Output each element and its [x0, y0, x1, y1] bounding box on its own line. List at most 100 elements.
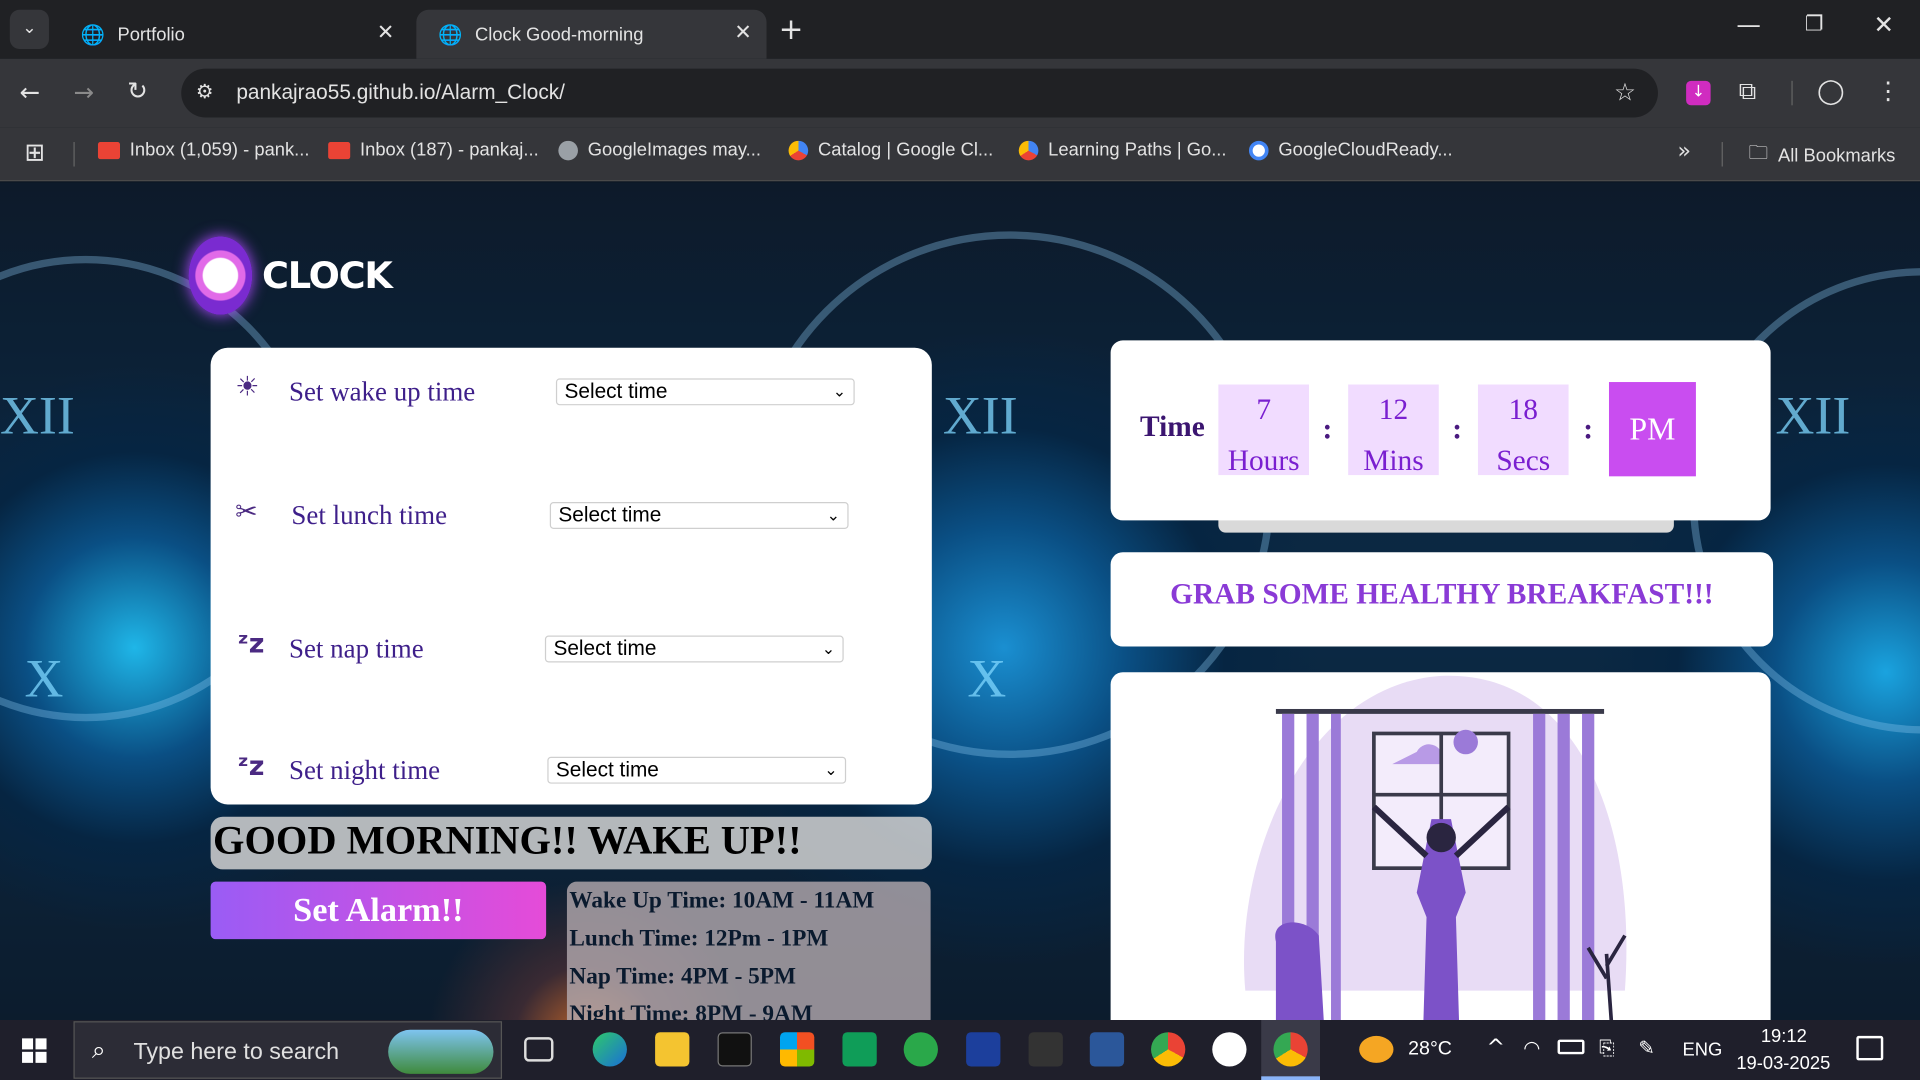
time-label: Time [1140, 411, 1205, 444]
wake-up-time-select[interactable]: Select time ⌄ [555, 378, 855, 406]
forward-icon[interactable]: → [73, 77, 94, 106]
bookmark-inbox-1[interactable]: Inbox (1,059) - pank... [97, 139, 310, 161]
p-app-icon[interactable] [1028, 1032, 1063, 1067]
taskbar-search[interactable]: ⌕ Type here to search [73, 1021, 503, 1079]
download-icon[interactable]: ↓ [1686, 80, 1711, 106]
reload-icon[interactable]: ↻ [127, 76, 148, 105]
bookmarks-bar: ⊞ Inbox (1,059) - pank... Inbox (187) - … [0, 127, 1920, 182]
edge-icon[interactable] [592, 1032, 627, 1067]
tab-search-button[interactable]: ⌄ [9, 9, 49, 49]
divider [73, 142, 75, 167]
extensions-icon[interactable]: ⧉ [1739, 76, 1756, 105]
nap-label: Set nap time [288, 633, 424, 664]
close-window-icon[interactable]: ✕ [1873, 10, 1894, 39]
terminal-icon[interactable] [717, 1032, 752, 1067]
bookmark-label: GoogleImages may... [587, 139, 761, 161]
cutlery-icon: ✂ [235, 497, 258, 528]
bookmark-label: Catalog | Google Cl... [817, 139, 994, 161]
bg-numeral: X [24, 648, 64, 709]
select-value: Select time [558, 503, 662, 527]
weather-temp[interactable]: 28°C [1408, 1038, 1452, 1060]
bg-numeral: XII [1775, 385, 1851, 446]
bookmark-star-icon[interactable]: ☆ [1614, 77, 1636, 106]
search-icon: ⌕ [91, 1034, 106, 1065]
close-tab-icon[interactable]: ✕ [377, 21, 394, 45]
vscode-like-icon[interactable] [966, 1032, 1001, 1067]
bg-numeral: XII [942, 385, 1018, 446]
bookmark-label: Inbox (1,059) - pank... [129, 139, 310, 161]
tab-bar: ⌄ 🌐 Portfolio ✕ 🌐 Clock Good-morning ✕ +… [0, 0, 1920, 59]
clock-time[interactable]: 19:12 [1761, 1026, 1807, 1047]
nap-time-select[interactable]: Select time ⌄ [544, 635, 844, 663]
language[interactable]: ENG [1682, 1040, 1722, 1061]
new-tab-icon[interactable]: + [779, 12, 804, 46]
address-bar[interactable]: ⚙ pankajrao55.github.io/Alarm_Clock/ ☆ [181, 68, 1658, 118]
bookmark-learning-paths[interactable]: Learning Paths | Go... [1018, 140, 1227, 160]
apps-grid-icon[interactable]: ⊞ [24, 137, 45, 166]
colon: : [1452, 413, 1463, 446]
word-icon[interactable] [1089, 1032, 1125, 1067]
globe-icon: 🌐 [438, 22, 463, 46]
greeting-text: GOOD MORNING!! WAKE UP!! [213, 819, 802, 864]
globe-icon [558, 140, 578, 160]
close-tab-icon[interactable]: ✕ [734, 21, 751, 45]
chrome-profile-icon[interactable] [1273, 1032, 1308, 1067]
schedule-line: Nap Time: 4PM - 5PM [569, 963, 796, 990]
bookmark-googleimages[interactable]: GoogleImages may... [558, 139, 761, 161]
minimize-icon[interactable]: — [1736, 10, 1760, 39]
chrome-icon[interactable] [1151, 1032, 1186, 1067]
site-info-icon[interactable]: ⚙ [196, 80, 214, 103]
logo: CLOCK [188, 236, 393, 315]
set-alarm-label: Set Alarm!! [293, 891, 464, 930]
night-time-select[interactable]: Select time ⌄ [547, 756, 847, 784]
toolbar: ← → ↻ ⚙ pankajrao55.github.io/Alarm_Cloc… [0, 58, 1920, 128]
network-icon[interactable]: ◠ [1523, 1036, 1540, 1059]
mongodb-icon[interactable] [1212, 1032, 1247, 1067]
globe-icon: 🌐 [80, 22, 106, 46]
message-card: GRAB SOME HEALTHY BREAKFAST!!! [1110, 552, 1774, 647]
all-bookmarks[interactable]: 🗀 All Bookmarks [1749, 140, 1896, 173]
tab-title: Clock Good-morning [475, 23, 644, 45]
hours-value: 7 [1256, 394, 1272, 427]
notification-icon[interactable] [1856, 1035, 1884, 1061]
sheets-icon[interactable] [842, 1032, 877, 1067]
lunch-time-select[interactable]: Select time ⌄ [549, 502, 849, 529]
umbrella-app-icon[interactable] [903, 1032, 938, 1067]
hours-box: 7 Hours [1218, 384, 1309, 478]
wake-up-label: Set wake up time [288, 375, 476, 407]
bookmark-label: Inbox (187) - pankaj... [360, 139, 539, 161]
more-bookmarks-icon[interactable]: » [1678, 138, 1691, 164]
store-icon[interactable] [780, 1032, 815, 1067]
set-alarm-button[interactable]: Set Alarm!! [210, 881, 547, 940]
task-view-icon[interactable] [524, 1037, 554, 1062]
windows-start-icon[interactable] [22, 1038, 47, 1063]
file-explorer-icon[interactable] [655, 1032, 690, 1067]
select-value: Select time [553, 636, 657, 661]
search-placeholder: Type here to search [133, 1039, 340, 1066]
chevron-down-icon: ⌄ [832, 382, 847, 401]
back-icon[interactable]: ← [20, 77, 41, 106]
menu-icon[interactable]: ⋮ [1876, 76, 1900, 105]
tray-chevron-icon[interactable]: ^ [1487, 1035, 1505, 1061]
tab-portfolio[interactable]: 🌐 Portfolio ✕ [59, 10, 409, 59]
bg-numeral: XII [0, 385, 75, 446]
select-value: Select time [555, 757, 659, 782]
restore-icon[interactable]: ❐ [1805, 12, 1824, 36]
ampm-value: PM [1629, 411, 1676, 447]
secs-label: Secs [1496, 445, 1551, 478]
page-content: XII XII XII X X CLOCK ☀ Set wake up time… [0, 182, 1920, 1021]
hours-label: Hours [1227, 445, 1300, 478]
clock-date[interactable]: 19-03-2025 [1736, 1053, 1830, 1074]
schedule-line: Lunch Time: 12Pm - 1PM [569, 925, 829, 952]
bookmark-catalog[interactable]: Catalog | Google Cl... [788, 139, 994, 161]
bookmark-inbox-2[interactable]: Inbox (187) - pankaj... [328, 139, 539, 161]
pen-icon[interactable]: ✎ [1638, 1036, 1654, 1059]
profile-icon[interactable]: ◯ [1817, 76, 1844, 105]
morning-window-illustration [1243, 675, 1627, 1021]
bookmark-cloudready[interactable]: GoogleCloudReady... [1248, 140, 1453, 160]
meet-icon[interactable]: ⎘ [1599, 1036, 1615, 1060]
battery-icon[interactable] [1557, 1039, 1585, 1055]
folder-icon: 🗀 [1748, 143, 1769, 165]
ampm-box: PM [1608, 382, 1696, 477]
tab-clock[interactable]: 🌐 Clock Good-morning ✕ [416, 9, 767, 59]
